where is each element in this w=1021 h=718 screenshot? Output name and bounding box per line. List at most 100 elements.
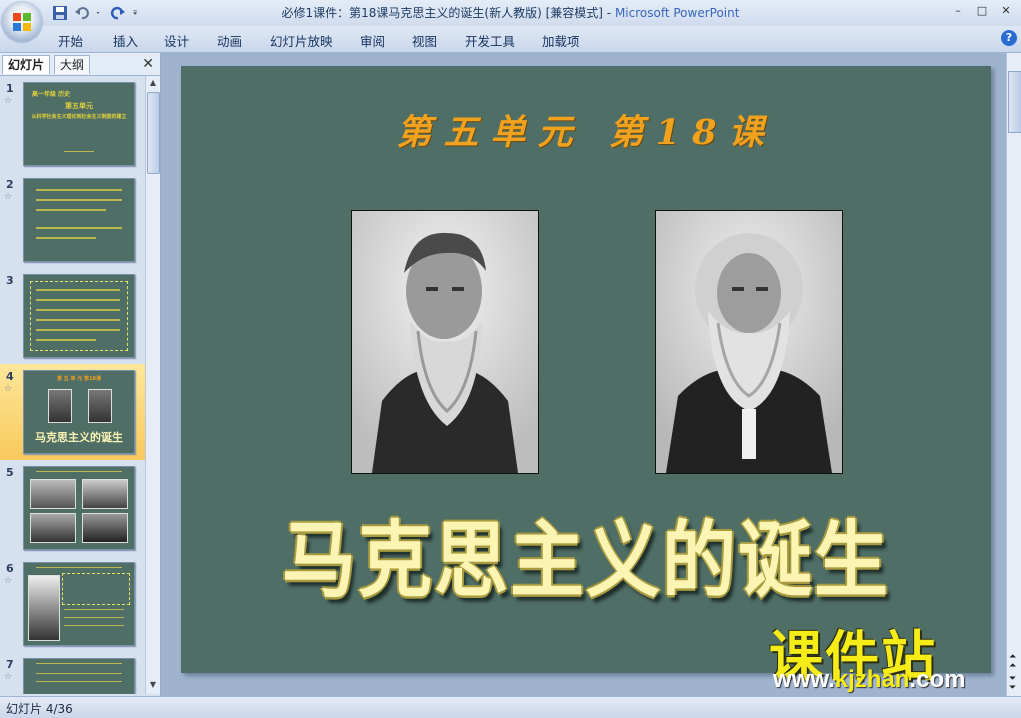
slide-main-title[interactable]: 马克思主义的诞生 (181, 494, 991, 614)
maximize-button[interactable]: □ (971, 3, 993, 19)
previous-slide-icon[interactable]: ⏶ ⏶ (1009, 653, 1016, 671)
slide-thumbnail-3[interactable]: 3 (0, 268, 145, 364)
thumb-text-line (36, 339, 96, 341)
thumb-text-line (36, 681, 122, 682)
thumb-text-line (36, 189, 122, 191)
thumb-text-line (64, 617, 124, 618)
url-prefix: www. (773, 666, 835, 693)
close-button[interactable]: ✕ (995, 3, 1017, 19)
slide-preview (23, 562, 135, 646)
tab-view[interactable]: 视图 (412, 31, 437, 50)
thumb-text-line (36, 567, 122, 568)
thumb-portrait (88, 389, 112, 423)
slide-indicator: 幻灯片 4/36 (6, 702, 73, 716)
next-slide-icon[interactable]: ⏷ ⏷ (1009, 675, 1016, 693)
thumb-text-line (36, 309, 120, 311)
slide-preview (23, 274, 135, 358)
thumb-decoration (64, 151, 94, 152)
thumb-text-line (36, 227, 122, 229)
portrait-image (656, 211, 842, 473)
office-logo-icon (13, 13, 31, 31)
scroll-up-icon[interactable]: ▲ (147, 78, 159, 87)
slide-thumbnail-6[interactable]: 6 ☆ (0, 556, 145, 652)
office-button[interactable] (2, 2, 42, 42)
thumb-text: 第 五 单 元 第18课 (57, 376, 101, 382)
slide-number: 6 (6, 562, 14, 575)
scroll-thumb[interactable] (1008, 71, 1021, 133)
thumb-textbox (62, 573, 130, 605)
minimize-button[interactable]: – (947, 3, 969, 19)
slide-preview (23, 466, 135, 550)
animation-star-icon: ☆ (4, 192, 13, 202)
tab-design[interactable]: 设计 (164, 31, 189, 50)
thumb-text: 马克思主义的诞生 (35, 431, 123, 444)
scroll-thumb[interactable] (147, 92, 160, 174)
tab-developer[interactable]: 开发工具 (465, 31, 515, 50)
tab-slideshow[interactable]: 幻灯片放映 (270, 31, 333, 50)
thumb-photo (30, 479, 76, 509)
thumb-text-line (36, 209, 106, 211)
slide-canvas[interactable]: 第五单元 第18课 马克思主义的诞生 (181, 66, 991, 673)
help-icon[interactable]: ? (1001, 30, 1017, 46)
slide-unit-title[interactable]: 第五单元 第18课 (181, 104, 991, 155)
portrait-marx[interactable] (655, 210, 843, 474)
thumb-text-line (36, 199, 122, 201)
thumb-photo (28, 575, 60, 641)
slide-thumbnail-5[interactable]: 5 (0, 460, 145, 556)
slide-number: 7 (6, 658, 14, 671)
thumb-text-line (36, 663, 122, 664)
thumb-text-line (36, 329, 120, 331)
slide-thumbnail-4[interactable]: 4 ☆ 第 五 单 元 第18课 马克思主义的诞生 (0, 364, 145, 460)
slides-pane: 幻灯片 大纲 ✕ 1 ☆ 高一年级 历史 第五单元 从科学社会主义理论到社会主义… (0, 53, 161, 696)
thumb-text-line (64, 625, 124, 626)
app-name: Microsoft PowerPoint (614, 6, 740, 20)
slide-number: 1 (6, 82, 14, 95)
thumb-text-line (36, 471, 122, 472)
url-domain: kjzhan (834, 666, 910, 693)
slide-preview: 第 五 单 元 第18课 马克思主义的诞生 (23, 370, 135, 454)
tab-animations[interactable]: 动画 (217, 31, 242, 50)
slide-preview: 高一年级 历史 第五单元 从科学社会主义理论到社会主义制度的建立 (23, 82, 135, 166)
slide-thumbnail-7[interactable]: 7 ☆ (0, 652, 145, 694)
close-pane-icon[interactable]: ✕ (142, 56, 154, 72)
slide-thumbnail-1[interactable]: 1 ☆ 高一年级 历史 第五单元 从科学社会主义理论到社会主义制度的建立 (0, 76, 145, 172)
thumb-text-line (36, 299, 120, 301)
url-suffix: .com (909, 666, 966, 693)
slide-number: 3 (6, 274, 14, 287)
slide-number: 2 (6, 178, 14, 191)
pane-tabs: 幻灯片 大纲 ✕ (0, 53, 160, 76)
thumb-text-line (36, 237, 96, 239)
portrait-image (352, 211, 538, 473)
thumb-photo (82, 479, 128, 509)
editor-scrollbar[interactable]: ⏶ ⏶ ⏷ ⏷ (1006, 53, 1021, 696)
scroll-down-icon[interactable]: ▼ (147, 680, 159, 689)
tab-addins[interactable]: 加载项 (542, 31, 580, 50)
thumb-text-line (36, 673, 122, 674)
thumbnails-scrollbar[interactable]: ▲ ▼ (145, 76, 160, 694)
status-bar: 幻灯片 4/36 (0, 696, 1021, 718)
watermark-url: www.kjzhan.com (773, 666, 965, 694)
slide-thumbnail-2[interactable]: 2 ☆ (0, 172, 145, 268)
slide-number: 4 (6, 370, 14, 383)
thumb-photo (30, 513, 76, 543)
ribbon-tabs: 开始 插入 设计 动画 幻灯片放映 审阅 视图 开发工具 加载项 (0, 26, 1021, 53)
slide-number: 5 (6, 466, 14, 479)
tab-review[interactable]: 审阅 (360, 31, 385, 50)
portrait-engels[interactable] (351, 210, 539, 474)
tab-insert[interactable]: 插入 (113, 31, 138, 50)
thumb-text: 从科学社会主义理论到社会主义制度的建立 (31, 114, 127, 120)
animation-star-icon: ☆ (4, 384, 13, 394)
title-separator: - (602, 6, 615, 20)
thumb-text-line (64, 609, 124, 610)
thumb-portrait (48, 389, 72, 423)
thumb-text: 高一年级 历史 (32, 91, 71, 98)
thumb-text-line (36, 289, 120, 291)
document-title: 必修1课件：第18课马克思主义的诞生(新人教版) [兼容模式] (281, 6, 603, 20)
tab-home[interactable]: 开始 (58, 31, 83, 50)
thumb-photo (82, 513, 128, 543)
animation-star-icon: ☆ (4, 96, 13, 106)
tab-outline[interactable]: 大纲 (54, 55, 91, 74)
tab-slides[interactable]: 幻灯片 (2, 55, 51, 74)
slide-preview (23, 178, 135, 262)
window-title: 必修1课件：第18课马克思主义的诞生(新人教版) [兼容模式] - Micros… (0, 0, 1021, 26)
